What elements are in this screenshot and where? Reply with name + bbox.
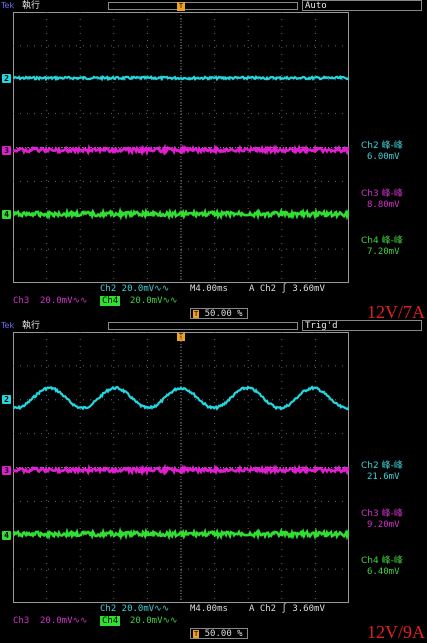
ch3-ground-marker-icon: 3 bbox=[2, 146, 11, 155]
ch2-scale: Ch2 20.0mV∿∿ bbox=[100, 284, 170, 294]
ch3-trace bbox=[13, 463, 349, 477]
ch3-label: Ch3 bbox=[13, 296, 30, 306]
ch4-ground-marker-icon: 4 bbox=[2, 210, 11, 219]
trigger-status: Trig'd bbox=[302, 320, 422, 331]
measurement-name: Ch4 峰-峰 bbox=[361, 236, 403, 246]
measurement-value: 7.20mV bbox=[367, 247, 400, 257]
ch2-scale: Ch2 20.0mV∿∿ bbox=[100, 604, 170, 614]
timebase: M4.00ms bbox=[190, 604, 228, 614]
timebase: M4.00ms bbox=[190, 284, 228, 294]
brand-label: Tek bbox=[1, 321, 15, 330]
trigger-position-icon: T bbox=[177, 2, 185, 11]
ch4-ground-marker-icon: 4 bbox=[2, 531, 11, 540]
trigger-position: T 50.00 % bbox=[190, 628, 248, 639]
measurement-ch3: Ch3 峰-峰 8.80mV bbox=[361, 189, 425, 211]
measurement-ch4: Ch4 峰-峰 6.40mV bbox=[361, 556, 425, 578]
run-state: 執行 bbox=[22, 321, 41, 331]
ch2-ground-marker-icon: 2 bbox=[2, 74, 11, 83]
ch4-label: Ch4 bbox=[100, 616, 121, 626]
status-bar: Tek 執行 Auto bbox=[0, 0, 427, 12]
measurement-name: Ch2 峰-峰 bbox=[361, 461, 403, 471]
ch3-scale: 20.0mV∿∿ bbox=[40, 616, 88, 626]
ch4-trace bbox=[13, 206, 349, 221]
measurement-name: Ch2 峰-峰 bbox=[361, 141, 403, 151]
graticule bbox=[13, 332, 349, 603]
measurement-name: Ch4 峰-峰 bbox=[361, 556, 403, 566]
trigger-position: T 50.00 % bbox=[190, 308, 248, 319]
record-bar bbox=[108, 2, 298, 10]
measurement-ch3: Ch3 峰-峰 9.20mV bbox=[361, 509, 425, 531]
trigger-position-value: 50.00 % bbox=[204, 309, 243, 319]
measurement-name: Ch3 峰-峰 bbox=[361, 509, 403, 519]
ch3-scale: 20.0mV∿∿ bbox=[40, 296, 88, 306]
ch3-label: Ch3 bbox=[13, 616, 30, 626]
ch2-ground-marker-icon: 2 bbox=[2, 395, 11, 404]
ch4-trace bbox=[13, 526, 349, 541]
trigger-icon: T bbox=[193, 630, 200, 638]
measurement-ch2: Ch2 峰-峰 6.00mV bbox=[361, 141, 425, 163]
trigger-position-value: 50.00 % bbox=[204, 629, 243, 639]
measurement-value: 8.80mV bbox=[367, 200, 400, 210]
ch3-ground-marker-icon: 3 bbox=[2, 466, 11, 475]
run-state: 執行 bbox=[22, 1, 41, 11]
ch2-trace bbox=[13, 74, 349, 82]
trigger-source: A Ch2 ∫ 3.60mV bbox=[249, 284, 325, 294]
trigger-source: A Ch2 ∫ 3.60mV bbox=[249, 604, 325, 614]
ch4-label: Ch4 bbox=[100, 296, 121, 306]
measurement-value: 6.40mV bbox=[367, 567, 400, 577]
ch4-scale: 20.0mV∿∿ bbox=[130, 296, 178, 306]
ch4-scale: 20.0mV∿∿ bbox=[130, 616, 178, 626]
trigger-icon: T bbox=[193, 310, 200, 318]
status-bar: Tek 執行 Trig'd bbox=[0, 320, 427, 332]
measurement-ch2: Ch2 峰-峰 21.6mV bbox=[361, 461, 425, 483]
brand-label: Tek bbox=[1, 1, 15, 10]
measurement-ch4: Ch4 峰-峰 7.20mV bbox=[361, 236, 425, 258]
graticule bbox=[13, 12, 349, 283]
measurement-value: 9.20mV bbox=[367, 520, 400, 530]
measurement-name: Ch3 峰-峰 bbox=[361, 189, 403, 199]
record-bar bbox=[108, 322, 298, 330]
scope-panel-2: Tek 執行 Trig'd T 2 3 4 Ch2 峰-峰 21.6mV Ch3… bbox=[0, 320, 427, 642]
ch3-trace bbox=[13, 143, 349, 157]
measurement-value: 6.00mV bbox=[367, 152, 400, 162]
trigger-status: Auto bbox=[302, 0, 422, 11]
scope-panel-1: Tek 執行 Auto T 2 3 4 Ch2 峰-峰 6.00mV Ch3 峰… bbox=[0, 0, 427, 322]
measurement-value: 21.6mV bbox=[367, 472, 400, 482]
